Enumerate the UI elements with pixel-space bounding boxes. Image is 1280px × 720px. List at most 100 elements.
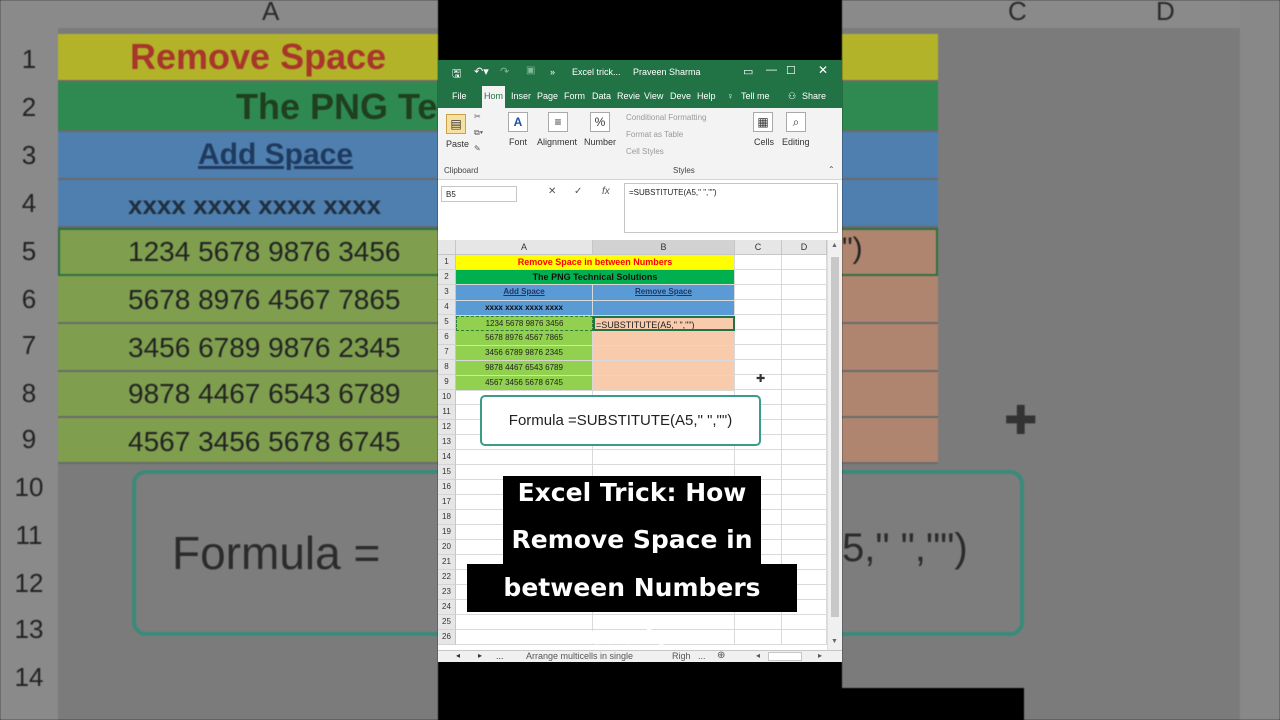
insert-function-icon[interactable]: fx [602, 186, 610, 197]
row-header[interactable]: 10 [438, 390, 456, 405]
row-header[interactable]: 1 [438, 255, 456, 270]
editing-button[interactable]: Editing [782, 137, 810, 147]
add-sheet-icon[interactable]: ⊕ [717, 650, 725, 661]
name-box[interactable]: B5 [441, 186, 517, 202]
row-header[interactable]: 12 [438, 420, 456, 435]
row-header[interactable]: 4 [438, 300, 456, 315]
save-icon[interactable]: 🖫 [452, 65, 461, 84]
vertical-scrollbar[interactable]: ▲ ▼ [827, 240, 842, 650]
empty-cell[interactable] [782, 510, 827, 525]
empty-cell[interactable] [735, 630, 782, 645]
scroll-thumb[interactable] [831, 257, 839, 617]
share-button[interactable]: Share [802, 91, 826, 101]
empty-cell[interactable] [782, 390, 827, 405]
scroll-down-icon[interactable]: ▼ [831, 638, 838, 645]
empty-cell[interactable] [782, 330, 827, 345]
tab-view[interactable]: View [644, 91, 663, 101]
column-header-c[interactable]: C [735, 240, 782, 255]
cells-button[interactable]: Cells [754, 137, 774, 147]
empty-cell[interactable] [782, 630, 827, 645]
cells-icon[interactable]: ▦ [753, 112, 773, 132]
number-button[interactable]: Number [584, 137, 616, 147]
cell-a9[interactable]: 4567 3456 5678 6745 [456, 376, 593, 391]
row-header[interactable]: 11 [438, 405, 456, 420]
row-header[interactable]: 3 [438, 285, 456, 300]
empty-cell[interactable] [782, 285, 827, 300]
empty-cell[interactable] [782, 375, 827, 390]
empty-cell[interactable] [735, 615, 782, 630]
paste-button[interactable]: Paste [446, 139, 469, 149]
row-header[interactable]: 26 [438, 630, 456, 645]
empty-cell[interactable] [735, 330, 782, 345]
cell-styles-button[interactable]: Cell Styles [626, 147, 664, 156]
row-header[interactable]: 16 [438, 480, 456, 495]
tab-help[interactable]: Help [697, 91, 716, 101]
empty-cell[interactable] [735, 345, 782, 360]
cell-title1[interactable]: Remove Space in between Numbers [456, 255, 735, 270]
cell-b7[interactable] [593, 346, 735, 361]
empty-cell[interactable] [782, 450, 827, 465]
close-icon[interactable]: ✕ [818, 63, 828, 77]
cut-icon[interactable]: ✂ [474, 112, 481, 121]
more-sheets-right[interactable]: ... [698, 651, 706, 661]
collapse-ribbon-icon[interactable]: ⌃ [828, 165, 835, 174]
redo-icon[interactable]: ↷ [500, 65, 509, 78]
row-header[interactable]: 24 [438, 600, 456, 615]
prev-sheet-icon[interactable]: ◂ [456, 651, 460, 660]
row-header[interactable]: 6 [438, 330, 456, 345]
cell-a4[interactable]: xxxx xxxx xxxx xxxx [456, 301, 593, 316]
row-header[interactable]: 19 [438, 525, 456, 540]
empty-cell[interactable] [735, 315, 782, 330]
alignment-icon[interactable]: ≡ [548, 112, 568, 132]
tab-formulas[interactable]: Form [564, 91, 585, 101]
empty-cell[interactable] [735, 255, 782, 270]
cell-a8[interactable]: 9878 4467 6543 6789 [456, 361, 593, 376]
cell-a7[interactable]: 3456 6789 9876 2345 [456, 346, 593, 361]
empty-cell[interactable] [782, 255, 827, 270]
row-header[interactable]: 21 [438, 555, 456, 570]
hscroll-thumb[interactable] [768, 652, 802, 661]
row-header[interactable]: 23 [438, 585, 456, 600]
hscroll-left-icon[interactable]: ◂ [756, 651, 760, 660]
empty-cell[interactable] [456, 615, 593, 630]
row-header[interactable]: 9 [438, 375, 456, 390]
empty-cell[interactable] [782, 300, 827, 315]
empty-cell[interactable] [782, 345, 827, 360]
empty-cell[interactable] [782, 405, 827, 420]
scroll-up-icon[interactable]: ▲ [831, 242, 838, 249]
font-button[interactable]: Font [509, 137, 527, 147]
row-header[interactable]: 14 [438, 450, 456, 465]
font-icon[interactable]: A [508, 112, 528, 132]
ribbon-display-icon[interactable]: ▭ [743, 65, 753, 78]
more-icon[interactable]: » [550, 67, 555, 77]
row-header[interactable]: 15 [438, 465, 456, 480]
tab-data[interactable]: Data [592, 91, 611, 101]
camera-icon[interactable]: ▣ [526, 65, 535, 76]
cancel-icon[interactable]: ✕ [548, 186, 556, 197]
tab-developer[interactable]: Deve [670, 91, 691, 101]
empty-cell[interactable] [735, 450, 782, 465]
undo-icon[interactable]: ↶▾ [474, 65, 489, 78]
tab-insert[interactable]: Inser [511, 91, 531, 101]
number-icon[interactable]: % [590, 112, 610, 132]
row-header[interactable]: 25 [438, 615, 456, 630]
tab-file[interactable]: File [452, 91, 467, 101]
row-header[interactable]: 13 [438, 435, 456, 450]
empty-cell[interactable] [735, 270, 782, 285]
format-as-table-button[interactable]: Format as Table [626, 130, 683, 139]
row-header[interactable]: 7 [438, 345, 456, 360]
cell-b8[interactable] [593, 361, 735, 376]
cell-a5[interactable]: 1234 5678 9876 3456 [456, 316, 593, 331]
empty-cell[interactable] [782, 525, 827, 540]
row-header[interactable]: 8 [438, 360, 456, 375]
tab-page-layout[interactable]: Page [537, 91, 558, 101]
empty-cell[interactable] [782, 465, 827, 480]
alignment-button[interactable]: Alignment [537, 137, 577, 147]
row-header[interactable]: 22 [438, 570, 456, 585]
empty-cell[interactable] [593, 450, 735, 465]
copy-icon[interactable]: ⧉▾ [474, 128, 483, 138]
empty-cell[interactable] [782, 615, 827, 630]
tab-review[interactable]: Revie [617, 91, 640, 101]
hscroll-right-icon[interactable]: ▸ [818, 651, 822, 660]
cell-a3[interactable]: Add Space [456, 285, 593, 301]
